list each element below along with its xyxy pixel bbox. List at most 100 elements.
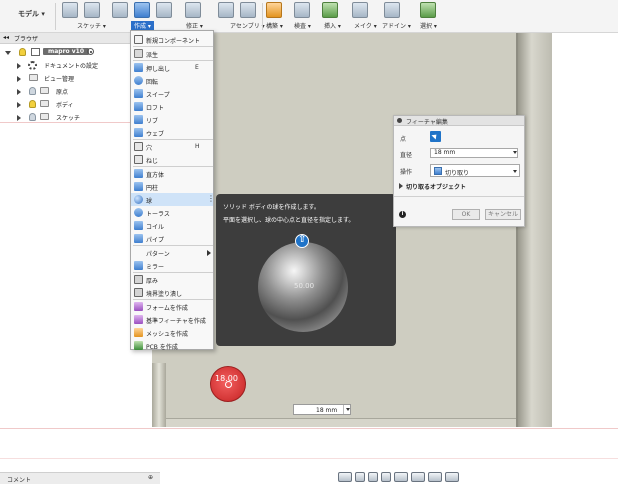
- menu-item-create-base-feature[interactable]: 基準フィーチャを作成: [131, 313, 213, 326]
- cancel-button[interactable]: キャンセル: [485, 209, 521, 220]
- collapse-triangle-icon[interactable]: [5, 51, 11, 55]
- activate-radio[interactable]: [87, 48, 94, 55]
- folder-icon: [29, 74, 38, 81]
- zoom-icon[interactable]: [381, 472, 391, 482]
- menu-item-pipe[interactable]: パイプ: [131, 232, 213, 245]
- toolbar-group-label: 構築 ▾: [266, 23, 283, 30]
- menu-item-pattern[interactable]: パターン: [131, 246, 213, 259]
- dialog-divider: [394, 196, 524, 197]
- menu-item-sphere[interactable]: 球 ⋮: [131, 193, 215, 206]
- cylinder-icon: [134, 182, 143, 191]
- menu-item-sweep[interactable]: スイープ: [131, 87, 213, 100]
- menu-item-thicken[interactable]: 厚み: [131, 273, 213, 286]
- diameter-value-input[interactable]: 18 mm: [293, 404, 351, 415]
- menu-item-loft[interactable]: ロフト: [131, 100, 213, 113]
- workspace-switcher[interactable]: モデル ▾: [18, 9, 45, 19]
- menu-item-web[interactable]: ウェブ: [131, 126, 213, 139]
- visibility-bulb-icon[interactable]: [29, 100, 36, 108]
- menu-item-cylinder[interactable]: 円柱: [131, 180, 213, 193]
- visibility-bulb-icon[interactable]: [29, 87, 36, 95]
- toolbar: モデル ▾ スケッチ ▾ 作成 ▾ 修正 ▾ アセンブリ ▾ 構築 ▾ 検査 ▾…: [0, 0, 618, 33]
- menu-item-extrude[interactable]: 押し出し E: [131, 61, 213, 74]
- ok-button[interactable]: OK: [452, 209, 480, 220]
- menu-item-create-mesh[interactable]: メッシュを作成: [131, 326, 213, 339]
- expand-triangle-icon[interactable]: [17, 102, 21, 108]
- select-icon: [420, 2, 436, 18]
- chevron-down-icon[interactable]: [343, 405, 351, 414]
- add-comment-icon[interactable]: ⊕: [148, 474, 153, 481]
- point-select-button[interactable]: [430, 131, 441, 142]
- box-icon: [134, 169, 143, 178]
- dialog-collapse-icon[interactable]: [397, 118, 402, 123]
- operation-value: 切り取り: [445, 170, 470, 177]
- component-icon: [31, 48, 40, 56]
- pan-icon[interactable]: [368, 472, 378, 482]
- operation-select[interactable]: 切り取り: [430, 164, 520, 177]
- chevron-down-icon[interactable]: [513, 151, 517, 154]
- part-rail: [152, 363, 166, 427]
- display-settings-icon[interactable]: [411, 472, 425, 482]
- fit-icon[interactable]: [394, 472, 408, 482]
- orbit-icon[interactable]: [338, 472, 352, 482]
- menu-item-coil[interactable]: コイル: [131, 219, 213, 232]
- toolbar-group-construct[interactable]: 構築 ▾: [266, 0, 296, 32]
- joint-icon: [240, 2, 256, 18]
- expand-triangle-icon[interactable]: [17, 63, 21, 69]
- menu-item-hole[interactable]: 穴H: [131, 140, 213, 153]
- tooltip-title: ソリッド ボディの球を作成します。: [223, 204, 320, 211]
- tooltip-description: 平面を選択し、球の中心点と直径を指定します。: [223, 217, 355, 224]
- visibility-bulb-icon[interactable]: [19, 48, 26, 56]
- menu-item-label: パターン: [146, 251, 170, 258]
- menu-item-boundary-fill[interactable]: 境界塗り潰し: [131, 286, 213, 299]
- create-dropdown-menu: 新規コンポーネント 派生 押し出し E 回転 スイープ ロフト リブ ウェブ 穴H…: [130, 30, 215, 352]
- expand-triangle-icon[interactable]: [17, 115, 21, 121]
- menu-item-thread[interactable]: ねじ: [131, 153, 213, 166]
- toolbar-group-inspect[interactable]: 検査 ▾: [294, 0, 324, 32]
- menu-item-derive[interactable]: 派生: [131, 47, 213, 60]
- info-icon[interactable]: i: [399, 211, 406, 218]
- toolbar-group-insert[interactable]: 挿入 ▾: [322, 0, 348, 32]
- part-side-face: [518, 33, 552, 427]
- hole-icon: [134, 142, 143, 151]
- grid-line: [0, 458, 618, 459]
- sphere-tooltip: ソリッド ボディの球を作成します。 平面を選択し、球の中心点と直径を指定します。…: [216, 194, 396, 346]
- visibility-bulb-icon[interactable]: [29, 113, 36, 121]
- look-at-icon[interactable]: [355, 472, 365, 482]
- toolbar-group-addins[interactable]: アドイン ▾: [382, 0, 414, 32]
- menu-item-new-component[interactable]: 新規コンポーネント: [131, 33, 213, 46]
- menu-item-box[interactable]: 直方体: [131, 167, 213, 180]
- collapse-arrows-icon[interactable]: ◂◂: [3, 34, 9, 41]
- grid-settings-icon[interactable]: [428, 472, 442, 482]
- menu-item-create-pcb[interactable]: PCB を作成: [131, 339, 213, 352]
- derive-icon: [134, 49, 143, 58]
- mirror-icon: [134, 261, 143, 270]
- menu-item-mirror[interactable]: ミラー: [131, 259, 213, 272]
- comments-bar[interactable]: コメント ⊕: [0, 472, 160, 484]
- menu-item-revolve[interactable]: 回転: [131, 74, 213, 87]
- menu-item-rib[interactable]: リブ: [131, 113, 213, 126]
- viewports-icon[interactable]: [445, 472, 459, 482]
- menu-item-create-form[interactable]: フォームを作成: [131, 300, 213, 313]
- expand-triangle-icon[interactable]: [17, 76, 21, 82]
- chevron-down-icon: [513, 170, 517, 173]
- sphere-center-point[interactable]: 18.00: [210, 366, 246, 402]
- gear-icon: [28, 61, 37, 70]
- expand-triangle-icon[interactable]: [17, 89, 21, 95]
- menu-item-label: ねじ: [146, 158, 159, 165]
- toolbar-group-sketch[interactable]: スケッチ ▾: [62, 0, 106, 32]
- objects-to-cut-section[interactable]: 切り取るオブジェクト: [398, 181, 522, 191]
- form-icon: [134, 302, 143, 311]
- toolbar-group-assembly[interactable]: アセンブリ ▾: [218, 0, 265, 32]
- toolbar-group-create[interactable]: 作成 ▾: [112, 0, 172, 32]
- sphere-icon: [134, 195, 143, 204]
- diameter-input[interactable]: 18 mm: [430, 148, 518, 158]
- form-icon: [156, 2, 172, 18]
- menu-item-label: ウェブ: [146, 131, 165, 138]
- toolbar-group-select[interactable]: 選択 ▾: [420, 0, 446, 32]
- more-options-icon[interactable]: ⋮: [207, 194, 215, 203]
- new-component-icon: [134, 35, 143, 44]
- torus-icon: [134, 208, 143, 217]
- toolbar-group-make[interactable]: メイク ▾: [352, 0, 378, 32]
- dialog-title-bar[interactable]: フィーチャ編集: [394, 116, 524, 126]
- menu-item-torus[interactable]: トーラス: [131, 206, 213, 219]
